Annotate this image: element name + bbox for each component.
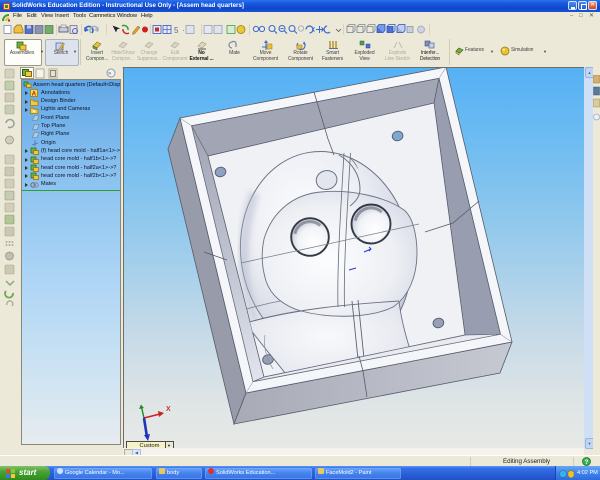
svg-text:5: 5 (174, 26, 179, 35)
svg-text:X: X (166, 406, 171, 413)
svg-text:A: A (32, 92, 37, 98)
svg-text:?: ? (585, 459, 589, 466)
svg-text:·: · (182, 26, 185, 35)
